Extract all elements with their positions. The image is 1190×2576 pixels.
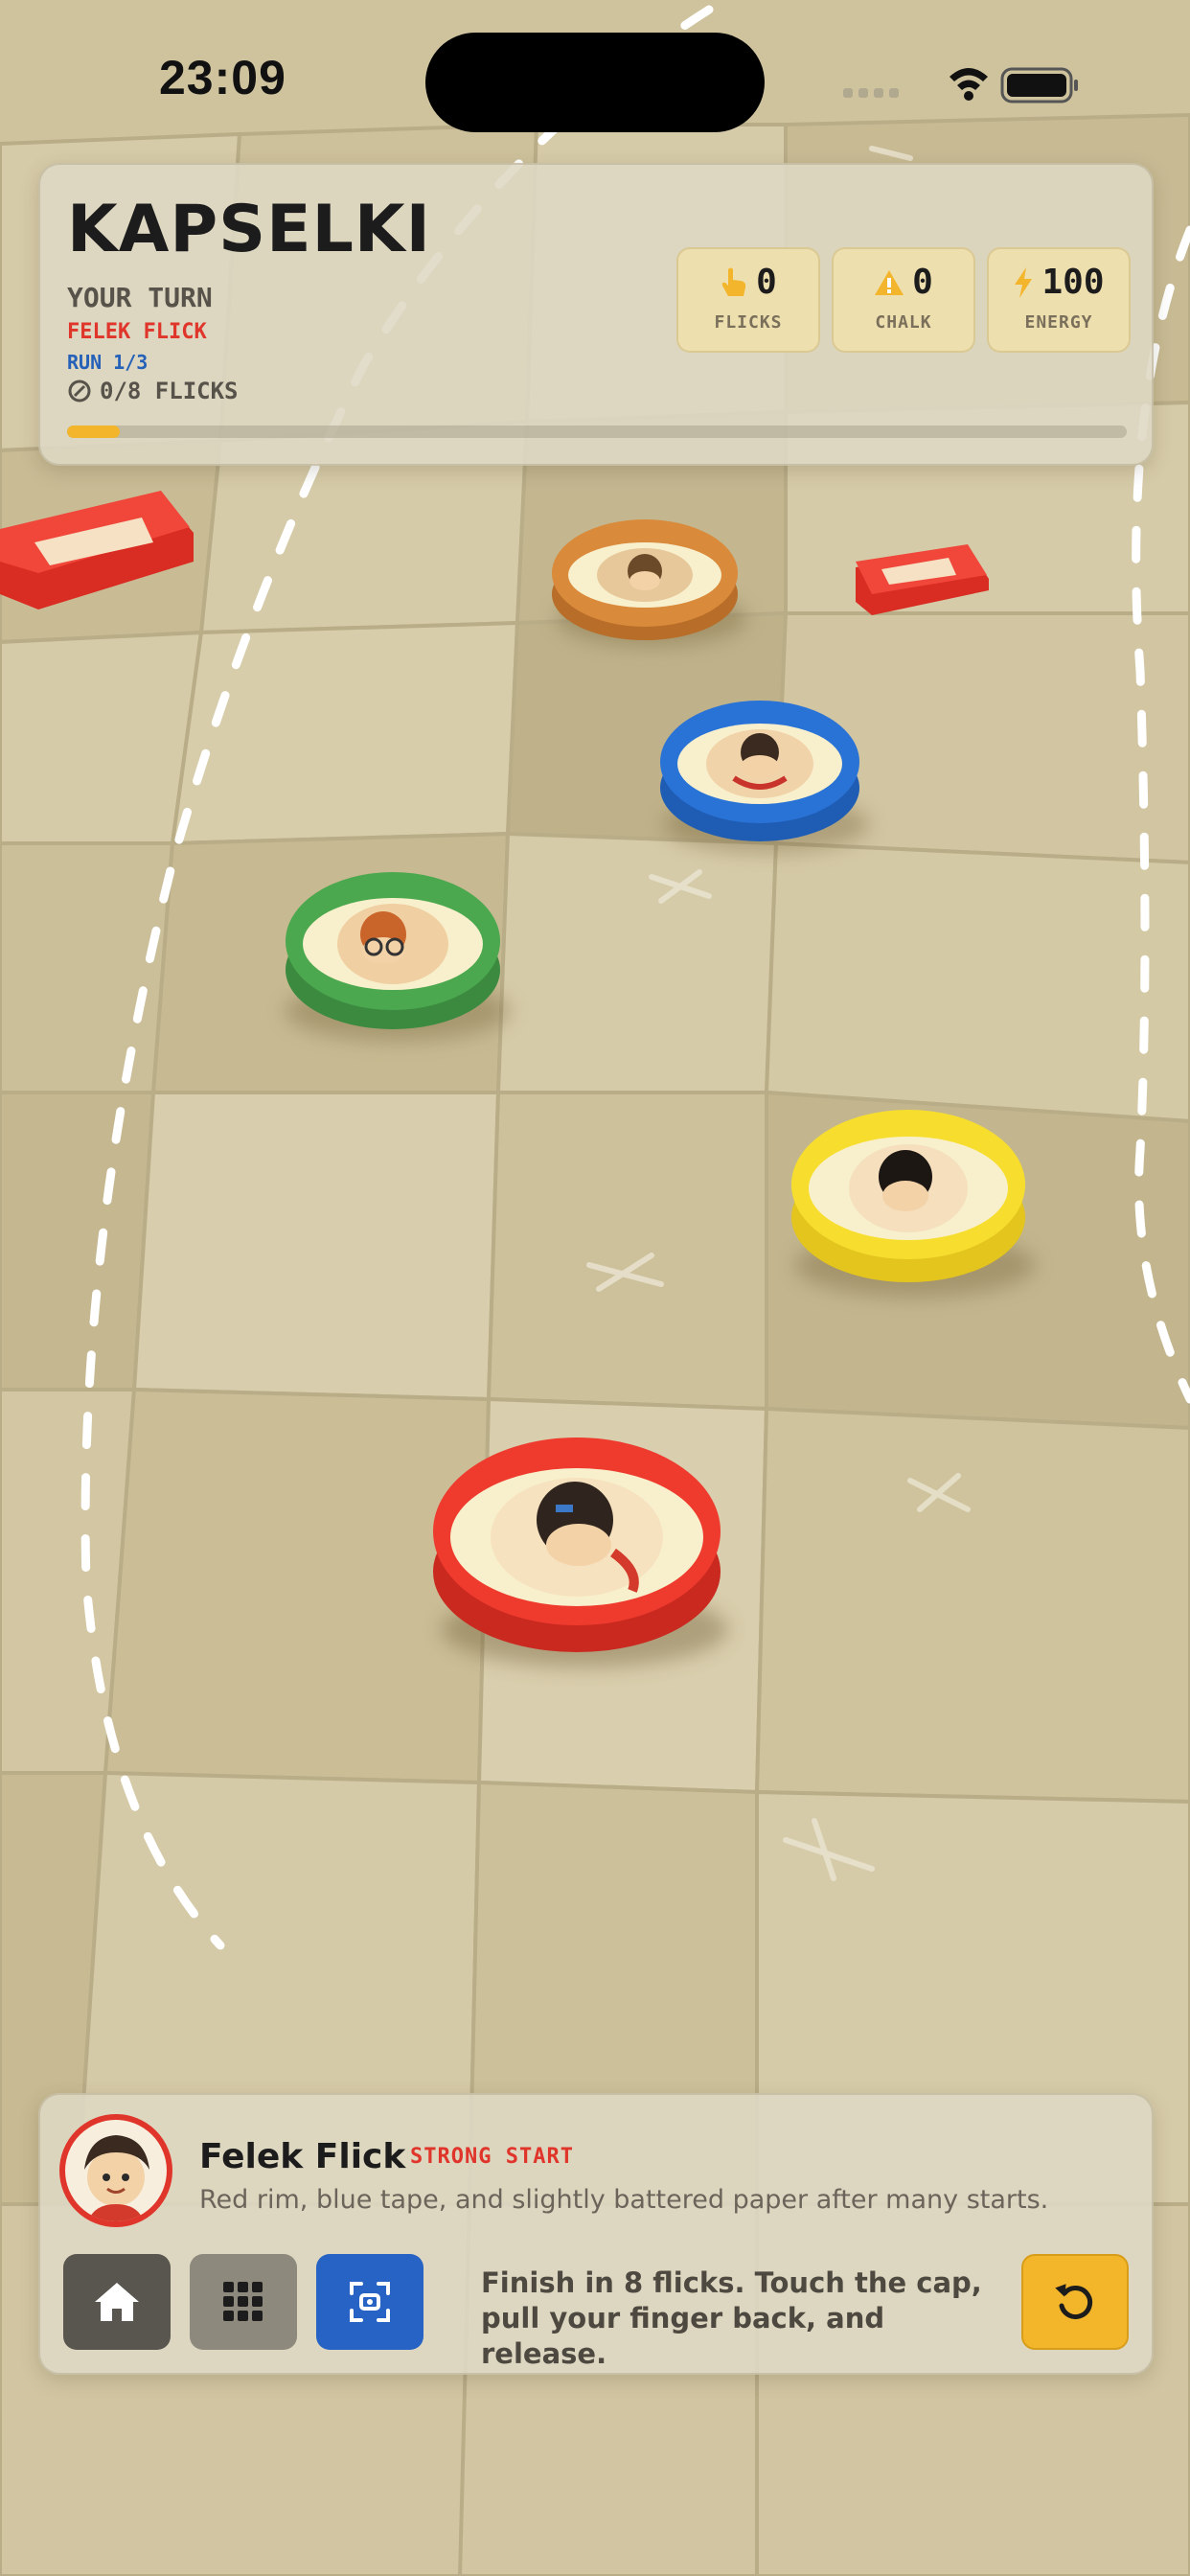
red-cap[interactable] [433,1438,728,1668]
stat-chalk-label: CHALK [875,312,932,333]
game-title: KAPSELKI [67,192,431,267]
player-avatar [59,2114,172,2227]
progress-bar-fill [67,426,121,438]
hint-line-2: pull your finger back, and release. [481,2302,885,2370]
player-description: Red rim, blue tape, and slightly battere… [199,2185,1049,2215]
hint-line-1: Finish in 8 flicks. Touch the cap, [481,2266,982,2299]
status-time: 23:09 [159,51,286,104]
dynamic-island [425,33,765,132]
wifi-icon [950,68,988,101]
restart-button[interactable] [1021,2254,1129,2350]
stat-chalk: 0 CHALK [832,247,975,353]
stat-flicks: 0 FLICKS [676,247,820,353]
status-icons [843,67,1078,104]
lightning-icon [1015,266,1033,298]
camera-scan-button[interactable] [316,2254,423,2350]
target-icon [68,380,91,402]
grid-menu-icon [223,2282,263,2321]
menu-grid-button[interactable] [190,2254,297,2350]
player-tag-badge: STRONG START [410,2145,574,2169]
current-player-name: FELEK FLICK [67,320,207,344]
warning-icon [875,269,904,295]
stat-energy-label: ENERGY [1024,312,1093,333]
progress-bar [67,426,1127,438]
run-counter: RUN 1/3 [67,351,149,374]
flicks-progress-line: 0/8 FLICKS [67,378,239,404]
stat-flicks-label: FLICKS [714,312,783,333]
flicks-progress-text: 0/8 FLICKS [100,378,239,404]
camera-scan-icon [350,2282,390,2322]
restart-icon [1055,2284,1093,2319]
turn-label: YOUR TURN [67,282,213,313]
battery-icon [1000,67,1078,104]
yellow-cap[interactable] [791,1110,1036,1298]
signal-icon [843,88,899,98]
player-card: Felek Flick STRONG START Red rim, blue t… [38,2093,1154,2375]
stat-energy-value: 100 [1041,263,1105,302]
stat-chalk-value: 0 [912,263,933,302]
home-icon [95,2283,139,2321]
pointer-hand-icon [721,267,746,296]
stat-flicks-value: 0 [756,263,777,302]
hud-panel: KAPSELKI YOUR TURN FELEK FLICK RUN 1/3 0… [38,163,1154,466]
player-name: Felek Flick [199,2137,406,2176]
stat-energy: 100 ENERGY [987,247,1131,353]
status-bar: 23:09 [0,0,1190,163]
instruction-hint: Finish in 8 flicks. Touch the cap, pull … [481,2266,998,2372]
home-button[interactable] [63,2254,171,2350]
